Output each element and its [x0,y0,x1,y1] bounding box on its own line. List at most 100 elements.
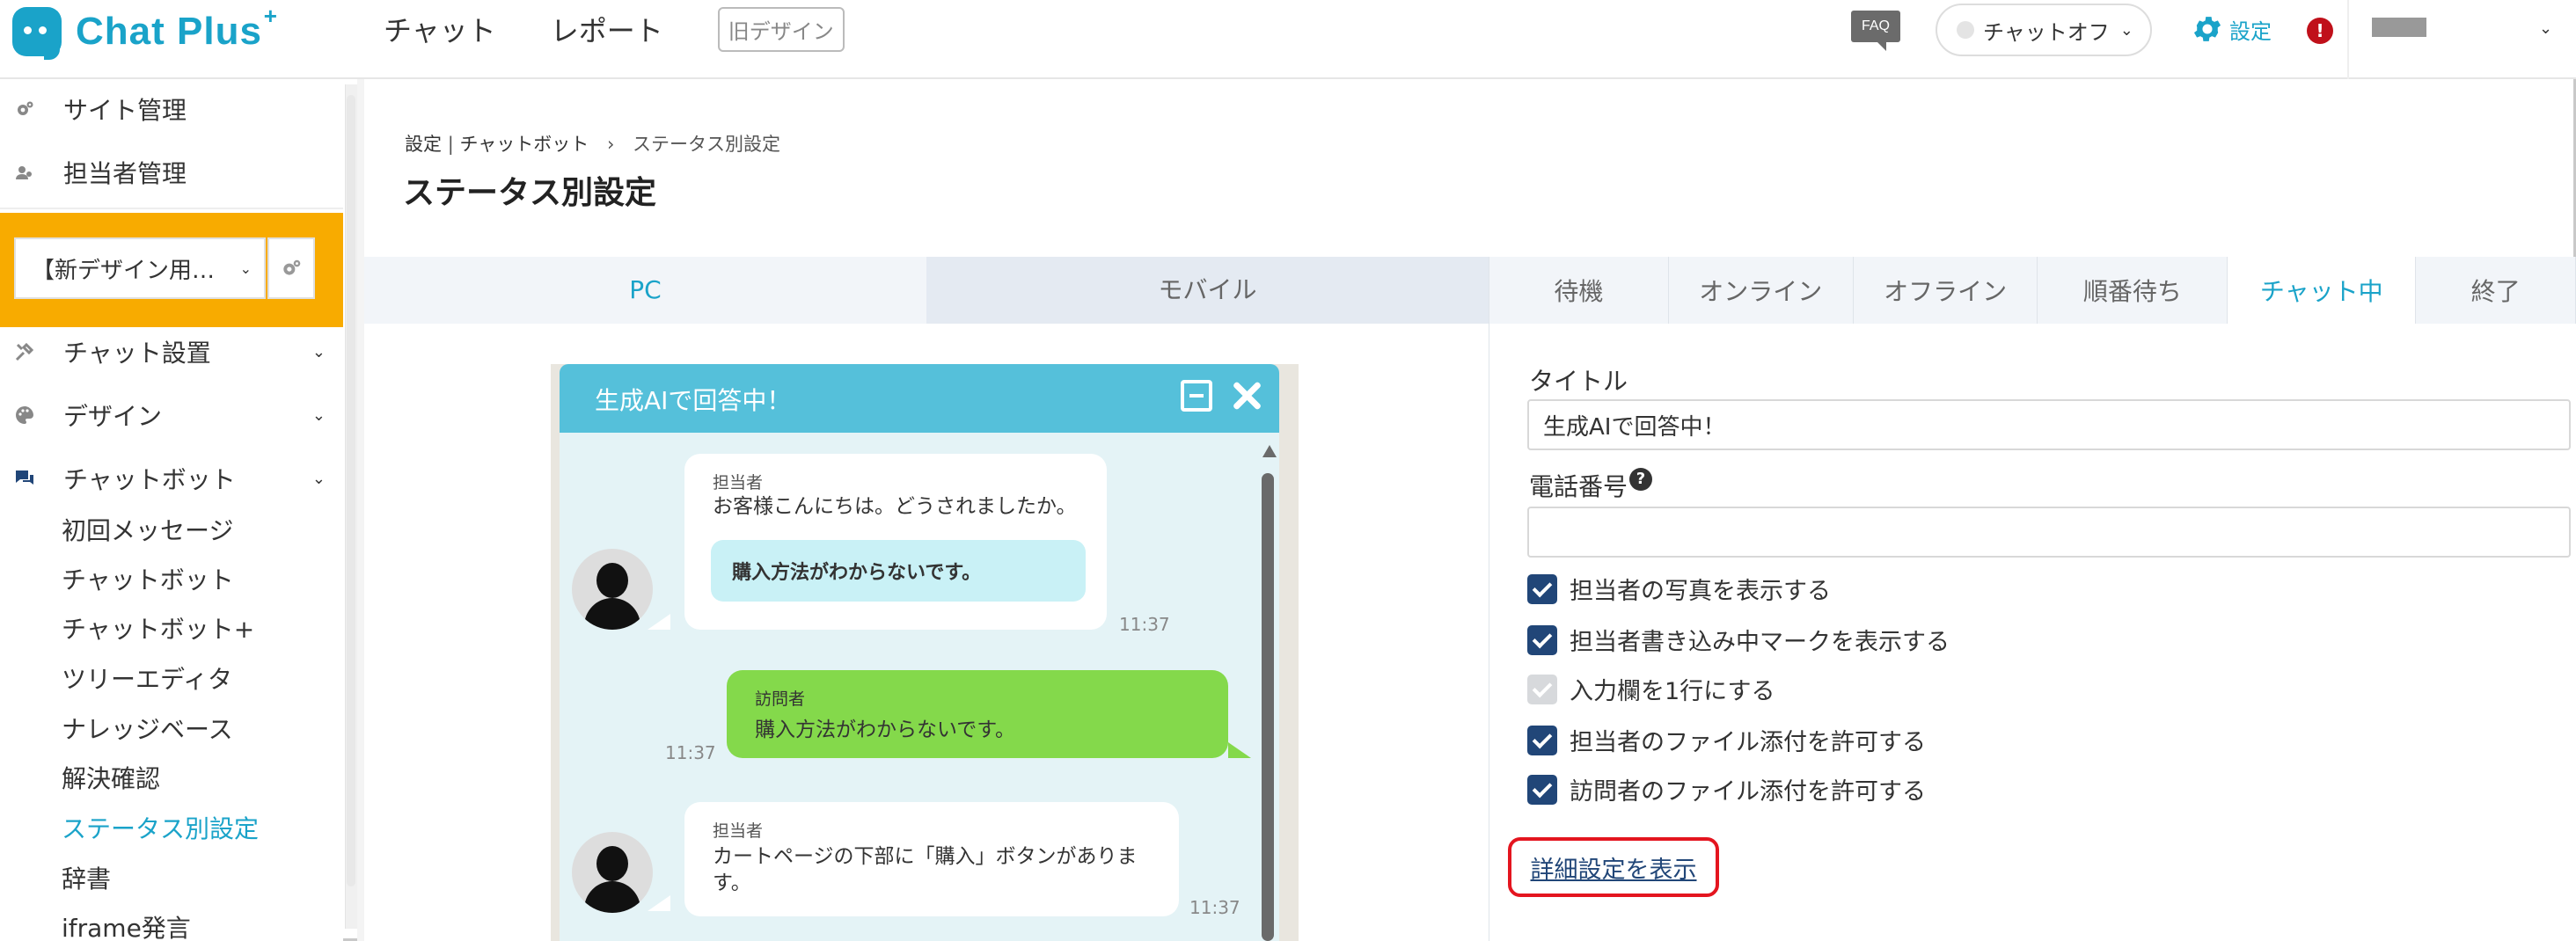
chat-widget-preview: 生成AIで回答中！ 担当者 お客様こんにちは。どうされましたか。 購入方法がわか… [560,364,1279,941]
status-tabs: 待機 オンライン オフライン 順番待ち チャット中 終了 [1489,257,2576,324]
users-icon [12,160,37,185]
sidebar-subitem-iframe-message[interactable]: iframe発言 [62,909,191,941]
quick-reply-button[interactable]: 購入方法がわからないです。 [711,540,1086,602]
tab-pc[interactable]: PC [364,257,926,324]
tools-icon [12,339,37,364]
chat-status-label: チャットオフ [1983,19,2110,45]
checkbox-checked-icon[interactable] [1527,725,1557,755]
breadcrumb-settings[interactable]: 設定 [405,134,442,155]
bubble-tail [1228,742,1251,758]
gear-icon [12,97,37,121]
breadcrumb-separator: › [606,134,615,155]
nav-chat[interactable]: チャット [384,9,496,49]
help-icon[interactable]: ? [1629,468,1653,491]
staff-avatar [572,832,653,913]
scroll-up-arrow-icon[interactable] [1262,445,1277,457]
breadcrumb-divider: | [447,134,460,155]
phone-label: 電話番号? [1529,468,1653,503]
old-design-button[interactable]: 旧デザイン [717,6,845,52]
site-settings-button[interactable] [267,237,315,299]
sidebar-item-label: チャットボット [63,465,236,494]
chevron-down-icon: ⌄ [2119,20,2133,40]
chevron-down-icon: ⌄ [311,342,326,361]
sidebar-item-chatbot[interactable]: チャットボット ⌄ [0,454,343,503]
user-menu-chevron-icon[interactable]: ⌄ [2539,19,2552,38]
message-time: 11:37 [665,742,716,763]
chat-icon [12,466,37,491]
status-dot-icon [1957,21,1974,39]
checkbox-label: 担当者のファイル添付を許可する [1570,729,1926,756]
tab-waiting[interactable]: 順番待ち [2038,257,2228,324]
logo[interactable]: Chat Plus + [12,3,278,60]
checkbox-staff-file-attach[interactable]: 担当者のファイル添付を許可する [1527,723,1926,757]
checkbox-show-typing-mark[interactable]: 担当者書き込み中マークを表示する [1527,623,1950,657]
sidebar-scrollbar-thumb[interactable] [347,95,355,886]
checkbox-label: 担当者の写真を表示する [1570,578,1831,605]
bubble-tail [648,614,670,630]
checkbox-checked-icon[interactable] [1527,774,1557,805]
breadcrumb-current: ステータス別設定 [633,134,781,155]
breadcrumb: 設定 | チャットボット › ステータス別設定 [405,130,780,157]
tab-mobile[interactable]: モバイル [926,257,1489,324]
checkbox-visitor-file-attach[interactable]: 訪問者のファイル添付を許可する [1527,772,1926,806]
tab-ended[interactable]: 終了 [2416,257,2576,324]
message-sender: 訪問者 [755,689,806,709]
message-sender: 担当者 [713,473,764,492]
minimize-icon[interactable] [1181,380,1212,412]
widget-header: 生成AIで回答中！ [560,364,1279,433]
sidebar-subitem-knowledge-base[interactable]: ナレッジベース [62,711,233,746]
sidebar-item-site-management[interactable]: サイト管理 [0,84,343,134]
title-label: タイトル [1529,367,1628,396]
site-select-dropdown[interactable]: 【新デザイン用… ⌄ [14,237,266,299]
tab-standby[interactable]: 待機 [1489,257,1669,324]
sidebar-subitem-chatbot-plus[interactable]: チャットボット+ [62,610,254,646]
message-sender: 担当者 [713,821,764,841]
checkbox-checked-icon[interactable] [1527,573,1557,604]
chevron-down-icon: ⌄ [311,405,326,425]
nav-report[interactable]: レポート [551,9,663,49]
settings-link[interactable]: 設定 [2191,12,2272,46]
sidebar-item-label: 担当者管理 [63,159,187,188]
checkbox-label: 担当者書き込み中マークを表示する [1570,629,1950,656]
checkbox-show-staff-photo[interactable]: 担当者の写真を表示する [1527,572,1831,606]
palette-icon [12,403,37,427]
sidebar-subitem-resolution-check[interactable]: 解決確認 [62,760,160,795]
sidebar-item-design[interactable]: デザイン ⌄ [0,390,343,440]
checkbox-label: 訪問者のファイル添付を許可する [1570,778,1926,806]
phone-input[interactable] [1527,507,2571,558]
sidebar-subitem-chatbot[interactable]: チャットボット [62,561,234,596]
logo-icon [12,7,62,60]
chat-status-dropdown[interactable]: チャットオフ ⌄ [1936,4,2152,56]
message-text-line2: す。 [713,872,751,894]
top-header: Chat Plus + チャット レポート 旧デザイン FAQ チャットオフ ⌄ … [0,0,2576,79]
tab-chatting[interactable]: チャット中 [2228,257,2417,324]
sidebar-subitem-status-settings[interactable]: ステータス別設定 [62,810,259,845]
gear-icon [2191,12,2229,46]
sidebar-item-label: デザイン [63,402,163,431]
checkbox-checked-icon[interactable] [1527,624,1557,655]
settings-label: 設定 [2229,18,2272,44]
checkbox-single-line-input: 入力欄を1行にする [1527,672,1775,706]
widget-scrollbar-thumb[interactable] [1262,473,1274,941]
chevron-down-icon: ⌄ [239,259,252,277]
close-icon[interactable] [1230,378,1265,413]
sidebar-item-label: チャット設置 [63,339,211,368]
sidebar-subitem-dictionary[interactable]: 辞書 [62,860,111,895]
sidebar-item-staff-management[interactable]: 担当者管理 [0,148,343,197]
tab-online[interactable]: オンライン [1668,257,1854,324]
faq-icon[interactable]: FAQ [1851,11,1900,51]
title-input[interactable]: 生成AIで回答中！ [1527,399,2571,450]
bubble-tail [648,895,670,911]
breadcrumb-chatbot[interactable]: チャットボット [459,134,589,155]
sidebar-item-chat-setup[interactable]: チャット設置 ⌄ [0,327,343,376]
main-nav: チャット レポート 旧デザイン [384,6,845,52]
alert-icon[interactable]: ! [2307,18,2333,44]
chevron-down-icon: ⌄ [311,469,326,488]
user-name[interactable] [2372,18,2426,37]
show-advanced-settings-link[interactable]: 詳細設定を表示 [1508,837,1719,897]
visitor-message-bubble: 訪問者 購入方法がわからないです。 [727,670,1228,758]
logo-text: Chat Plus + [76,3,278,53]
sidebar-subitem-tree-editor[interactable]: ツリーエディタ [62,660,232,696]
tab-offline[interactable]: オフライン [1853,257,2038,324]
sidebar-subitem-first-message[interactable]: 初回メッセージ [62,512,233,547]
